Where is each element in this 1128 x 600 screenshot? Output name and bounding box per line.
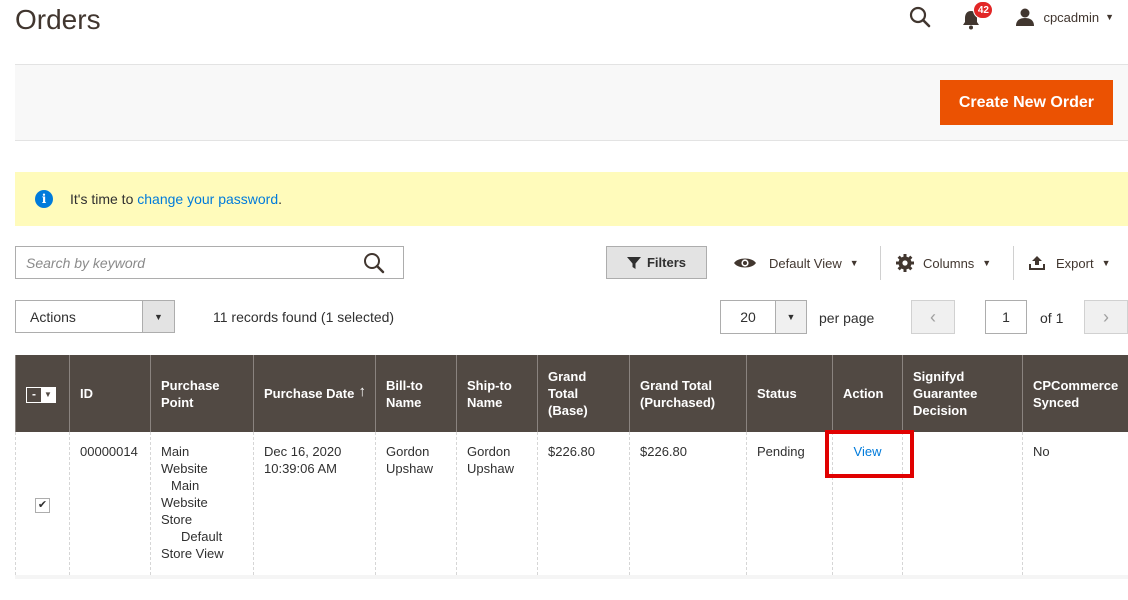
column-header-purchase-point[interactable]: Purchase Point	[150, 355, 254, 432]
column-header-grand-total-purchased[interactable]: Grand Total (Purchased)	[629, 355, 747, 432]
column-header-id[interactable]: ID	[69, 355, 151, 432]
notice-text: It's time to change your password.	[70, 191, 282, 207]
page-number-input[interactable]	[985, 300, 1027, 334]
filters-label: Filters	[646, 255, 686, 270]
notification-badge: 42	[973, 1, 994, 19]
chevron-right-icon: ›	[1103, 306, 1109, 327]
cell-ship-to-name: Gordon Upshaw	[456, 432, 538, 579]
toolbar-divider	[1013, 246, 1014, 280]
chevron-down-icon: ▼	[849, 258, 859, 268]
column-header-purchase-date[interactable]: Purchase Date ↑	[253, 355, 376, 432]
eye-icon	[734, 258, 756, 268]
mass-actions-dropdown[interactable]: Actions ▼	[15, 300, 175, 333]
purchase-point-line: Website	[161, 461, 208, 476]
default-view-label: Default View	[769, 255, 842, 271]
cell-signifyd	[902, 432, 1023, 579]
search-icon[interactable]	[363, 252, 385, 274]
minus-icon: -	[27, 387, 41, 402]
cell-cpcommerce-synced: No	[1022, 432, 1128, 579]
next-page-button[interactable]: ›	[1084, 300, 1128, 334]
filters-button[interactable]: Filters	[606, 246, 707, 279]
column-header-signifyd[interactable]: Signifyd Guarantee Decision	[902, 355, 1023, 432]
records-count: 11 records found (1 selected)	[213, 309, 395, 325]
column-header-status[interactable]: Status	[746, 355, 833, 432]
export-dropdown[interactable]: Export ▼	[1028, 252, 1111, 274]
chevron-down-icon: ▼	[775, 301, 806, 333]
column-header-bill-to-name[interactable]: Bill-to Name	[375, 355, 457, 432]
page-title: Orders	[15, 4, 101, 35]
per-page-select[interactable]: 20 ▼	[720, 300, 807, 334]
checkmark-icon: ✔	[37, 498, 48, 511]
chevron-down-icon: ▼	[1101, 258, 1111, 268]
cell-status: Pending	[746, 432, 833, 579]
table-row[interactable]: ✔ 00000014 Main Website Main Website Sto…	[15, 432, 1128, 579]
view-order-link[interactable]: View	[854, 444, 882, 459]
cell-action: View	[832, 432, 903, 579]
chevron-down-icon: ▼	[982, 258, 992, 268]
cell-bill-to-name: Gordon Upshaw	[375, 432, 457, 579]
mass-actions-label: Actions	[30, 308, 76, 325]
notifications-button[interactable]: 42	[961, 1, 994, 30]
notice-prefix: It's time to	[70, 191, 138, 207]
cell-purchase-date: Dec 16, 2020 10:39:06 AM	[253, 432, 376, 579]
search-box	[15, 246, 404, 279]
page-total: of 1	[1040, 310, 1064, 326]
mass-select-toggle[interactable]: - ▼	[26, 386, 56, 403]
chevron-down-icon: ▼	[1105, 12, 1114, 22]
columns-label: Columns	[923, 255, 975, 271]
toolbar-divider	[880, 246, 881, 280]
export-label: Export	[1056, 255, 1094, 271]
create-new-order-button[interactable]: Create New Order	[939, 80, 1113, 125]
info-icon: i	[35, 190, 53, 208]
cell-grand-total-base: $226.80	[537, 432, 630, 579]
chevron-down-icon: ▼	[41, 387, 55, 402]
row-select-cell: ✔	[15, 432, 70, 579]
column-header-action: Action	[832, 355, 903, 432]
per-page-value: 20	[740, 309, 756, 325]
chevron-down-icon: ▼	[142, 301, 174, 332]
gear-icon	[896, 254, 914, 272]
per-page-label: per page	[819, 310, 875, 326]
purchase-point-line: Main	[161, 444, 190, 459]
column-header-grand-total-base[interactable]: Grand Total (Base)	[537, 355, 630, 432]
column-header-cpcommerce-synced[interactable]: CPCommerce Synced	[1022, 355, 1128, 432]
default-view-dropdown[interactable]: Default View ▼	[733, 252, 859, 274]
username: cpcadmin	[1043, 9, 1100, 25]
grid-header-row: - ▼ ID Purchase Point Purchase Date ↑ Bill…	[15, 355, 1128, 432]
filter-icon	[626, 256, 641, 269]
cell-purchase-point: Main Website Main Website Store Default …	[150, 432, 254, 579]
purchase-point-line: Store View	[161, 546, 224, 561]
cell-id: 00000014	[69, 432, 151, 579]
export-icon	[1029, 256, 1045, 270]
sort-ascending-icon: ↑	[358, 383, 367, 400]
row-checkbox[interactable]: ✔	[35, 497, 50, 513]
purchase-point-line: Default	[181, 529, 223, 544]
user-menu[interactable]: cpcadmin ▼	[1015, 7, 1114, 27]
change-password-link[interactable]: change your password	[137, 191, 278, 207]
search-icon[interactable]	[909, 6, 931, 28]
user-icon	[1016, 8, 1035, 26]
header-actions: 42 cpcadmin ▼	[909, 1, 1114, 30]
chevron-left-icon: ‹	[930, 306, 936, 327]
column-header-ship-to-name[interactable]: Ship-to Name	[456, 355, 538, 432]
password-notice: i It's time to change your password.	[15, 172, 1128, 226]
purchase-point-line: Website	[161, 495, 208, 510]
cell-grand-total-purchased: $226.80	[629, 432, 747, 579]
purchase-point-line: Main	[171, 478, 200, 493]
column-header-label: Purchase Date	[264, 386, 355, 401]
orders-grid: - ▼ ID Purchase Point Purchase Date ↑ Bill…	[15, 355, 1128, 579]
columns-dropdown[interactable]: Columns ▼	[896, 252, 991, 274]
search-input[interactable]	[16, 247, 356, 278]
mass-select-header: - ▼	[15, 355, 70, 432]
page-actions-bar: Create New Order	[15, 64, 1128, 141]
notice-suffix: .	[278, 191, 283, 207]
purchase-point-line: Store	[161, 512, 193, 527]
previous-page-button[interactable]: ‹	[911, 300, 955, 334]
